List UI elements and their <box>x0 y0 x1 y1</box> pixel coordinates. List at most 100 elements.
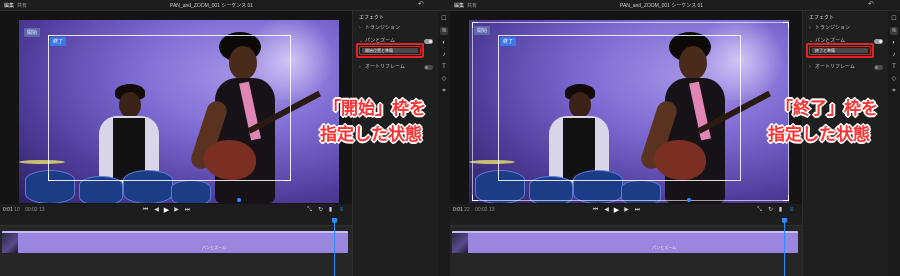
editor-panel-start: 編集 共有 PAN_and_ZOOM_001 シーケンス 01 ↶ 開始 終了 <box>0 0 450 276</box>
set-start-button[interactable]: 開始位置と準備 <box>359 46 421 55</box>
annotation-line1: 「開始」枠を <box>324 99 426 119</box>
annotation-line2: 指定した状態 <box>768 125 870 145</box>
fit-icon[interactable]: ⤡ <box>755 206 764 215</box>
timeline: パンとズーム <box>0 218 352 276</box>
duration-frames: 13 <box>488 207 495 213</box>
clip-effect-label: パンとズーム <box>202 245 227 250</box>
shape-icon[interactable]: ◇ <box>890 75 898 83</box>
pan-zoom-toggle[interactable] <box>424 39 433 44</box>
volume-icon[interactable]: ▮ <box>326 206 335 215</box>
step-forward-icon[interactable]: ▶ <box>622 206 631 215</box>
step-back-icon[interactable]: ◀ <box>602 206 611 215</box>
video-clip[interactable]: パンとズーム <box>2 231 348 253</box>
text-icon[interactable]: T <box>890 63 898 71</box>
set-end-label: 終了と準備 <box>812 48 868 53</box>
sidebar-title: エフェクト <box>359 15 385 21</box>
auto-reframe-toggle[interactable] <box>424 65 433 70</box>
playhead-marker[interactable] <box>237 198 241 202</box>
sidebar-item-transitions[interactable]: › トランジション <box>359 24 435 34</box>
top-bar: 編集 共有 PAN_and_ZOOM_001 シーケンス 01 ↶ <box>0 0 450 11</box>
fit-icon[interactable]: ⤡ <box>305 206 314 215</box>
tab-edit[interactable]: 編集 <box>4 2 14 9</box>
comment-icon[interactable]: ☐ <box>440 15 448 23</box>
undo-icon[interactable]: ↶ <box>868 1 874 9</box>
sidebar-item-transitions[interactable]: › トランジション <box>809 24 885 34</box>
step-back-icon[interactable]: ◀ <box>152 206 161 215</box>
play-icon[interactable]: ▶ <box>612 206 621 215</box>
effects-icon[interactable]: ≋ <box>440 27 448 35</box>
program-monitor: 開始 終了 <box>450 11 802 204</box>
tab-edit[interactable]: 編集 <box>454 2 464 9</box>
frame-handle[interactable] <box>783 22 789 28</box>
volume-icon[interactable]: ▮ <box>776 206 785 215</box>
document-title: PAN_and_ZOOM_001 シーケンス 01 <box>170 3 254 9</box>
loop-icon[interactable]: ↻ <box>766 206 775 215</box>
playhead[interactable] <box>784 218 785 276</box>
frame-handle[interactable] <box>285 35 291 41</box>
sidebar-item-auto-reframe[interactable]: › オートリフレーム <box>809 63 885 73</box>
duration: 00:02 <box>25 207 38 213</box>
sidebar-item-label: トランジション <box>815 25 851 31</box>
set-start-label: 開始位置と準備 <box>362 48 418 53</box>
sidebar-title: エフェクト <box>809 15 835 21</box>
frame-handle[interactable] <box>285 175 291 181</box>
transport-controls: 0:01 22 00:02 13 ⏮ ◀ ▶ ▶ ⏭ ⤡ ↻ ▮ ≡ <box>450 204 802 218</box>
top-bar: 編集 共有 PAN_and_ZOOM_001 シーケンス 01 ↶ <box>450 0 900 11</box>
annotation-line2: 指定した状態 <box>320 125 422 145</box>
tab-share[interactable]: 共有 <box>467 2 477 9</box>
color-icon[interactable]: ◐ <box>890 39 898 47</box>
program-monitor: 開始 終了 <box>0 11 352 204</box>
drum <box>171 180 211 203</box>
timeline: パンとズーム <box>450 218 802 276</box>
sidebar-item-auto-reframe[interactable]: › オートリフレーム <box>359 63 435 73</box>
comment-icon[interactable]: ☐ <box>890 15 898 23</box>
current-time: 0:01 <box>3 207 13 213</box>
skip-to-end-icon[interactable]: ⏭ <box>183 206 192 215</box>
sidebar-item-label: オートリフレーム <box>815 64 855 70</box>
transport-controls: 0:01 10 00:02 13 ⏮ ◀ ▶ ▶ ⏭ ⤡ ↻ ▮ ≡ <box>0 204 352 218</box>
menu-icon[interactable]: ≡ <box>337 206 346 215</box>
frame-handle[interactable] <box>472 22 478 28</box>
current-time: 0:01 <box>453 207 463 213</box>
text-icon[interactable]: T <box>440 63 448 71</box>
set-end-button[interactable]: 終了と準備 <box>809 46 871 55</box>
undo-icon[interactable]: ↶ <box>418 1 424 9</box>
duration: 00:02 <box>475 207 488 213</box>
auto-reframe-toggle[interactable] <box>874 65 883 70</box>
pan-zoom-toggle[interactable] <box>874 39 883 44</box>
loop-icon[interactable]: ↻ <box>316 206 325 215</box>
playhead-marker[interactable] <box>687 198 691 202</box>
play-icon[interactable]: ▶ <box>162 206 171 215</box>
frame-handle[interactable] <box>48 35 54 41</box>
tab-share[interactable]: 共有 <box>17 2 27 9</box>
video-clip[interactable]: パンとズーム <box>452 231 798 253</box>
frame-handle[interactable] <box>48 175 54 181</box>
timeline-ruler[interactable] <box>450 218 802 226</box>
color-icon[interactable]: ◐ <box>440 39 448 47</box>
playhead[interactable] <box>334 218 335 276</box>
audio-icon[interactable]: ♪ <box>890 51 898 59</box>
step-forward-icon[interactable]: ▶ <box>172 206 181 215</box>
shape-icon[interactable]: ◇ <box>440 75 448 83</box>
clip-effect-label: パンとズーム <box>652 245 677 250</box>
end-frame-box[interactable] <box>498 35 741 181</box>
effects-icon[interactable]: ≋ <box>890 27 898 35</box>
frame-handle[interactable] <box>472 195 478 201</box>
start-frame-box[interactable] <box>48 35 291 181</box>
skip-to-end-icon[interactable]: ⏭ <box>633 206 642 215</box>
timeline-ruler[interactable] <box>0 218 352 226</box>
skip-to-start-icon[interactable]: ⏮ <box>591 206 600 215</box>
end-frame-tag[interactable]: 終了 <box>500 37 517 46</box>
crop-icon[interactable]: ⌗ <box>440 87 448 95</box>
clip-thumbnail <box>452 233 468 253</box>
skip-to-start-icon[interactable]: ⏮ <box>141 206 150 215</box>
menu-icon[interactable]: ≡ <box>787 206 796 215</box>
start-frame-tag[interactable]: 開始 <box>24 28 41 37</box>
timecode: 0:01 10 00:02 13 <box>3 207 45 213</box>
timecode: 0:01 22 00:02 13 <box>453 207 495 213</box>
audio-icon[interactable]: ♪ <box>440 51 448 59</box>
document-title: PAN_and_ZOOM_001 シーケンス 01 <box>620 3 704 9</box>
frame-handle[interactable] <box>783 195 789 201</box>
current-frames: 22 <box>464 207 470 213</box>
crop-icon[interactable]: ⌗ <box>890 87 898 95</box>
